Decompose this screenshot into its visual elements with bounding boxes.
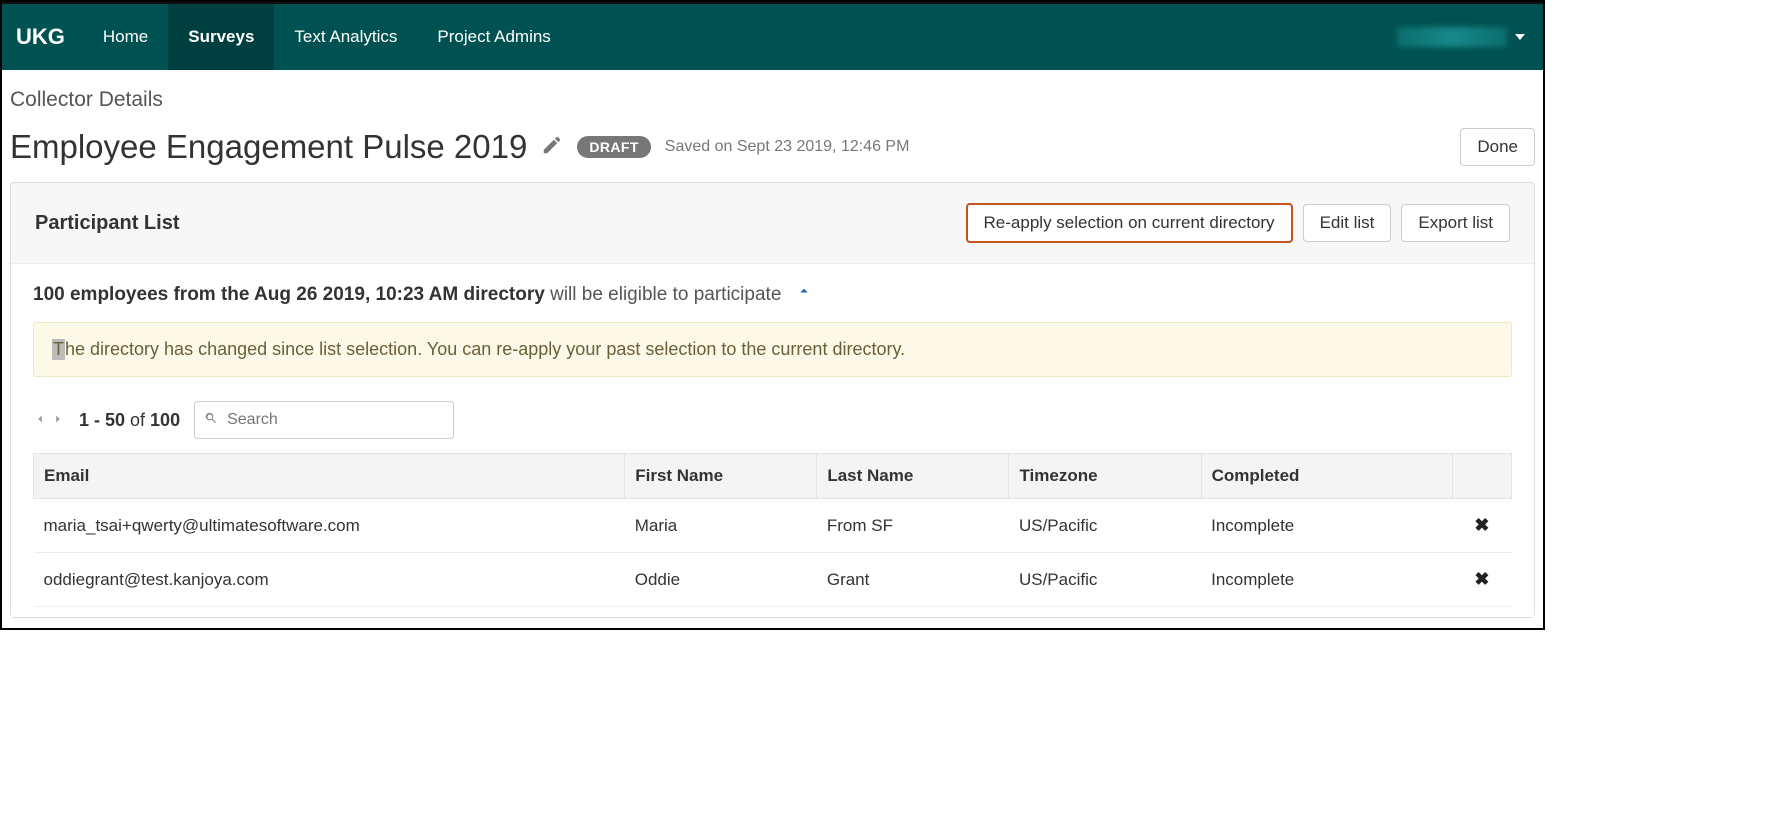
cell-first-name: Oddie (625, 553, 817, 607)
cell-timezone: US/Pacific (1009, 553, 1201, 607)
participant-table: Email First Name Last Name Timezone Comp… (33, 453, 1512, 607)
cell-email: oddiegrant@test.kanjoya.com (34, 553, 625, 607)
eligibility-text: 100 employees from the Aug 26 2019, 10:2… (33, 282, 1512, 306)
export-list-button[interactable]: Export list (1401, 204, 1510, 242)
chevron-right-icon (51, 412, 65, 426)
search-icon (204, 411, 218, 429)
caret-down-icon (1515, 34, 1525, 40)
pager-next[interactable] (51, 410, 65, 431)
nav-surveys[interactable]: Surveys (168, 4, 274, 70)
nav-list: Home Surveys Text Analytics Project Admi… (83, 4, 571, 70)
pager-total: 100 (150, 410, 180, 430)
directory-changed-notice: The directory has changed since list sel… (33, 322, 1512, 377)
chevron-up-icon (795, 282, 813, 300)
notice-first-letter: T (52, 339, 65, 360)
cell-email: maria_tsai+qwerty@ultimatesoftware.com (34, 499, 625, 553)
breadcrumb: Collector Details (10, 88, 1535, 120)
cell-timezone: US/Pacific (1009, 499, 1201, 553)
search-input[interactable] (194, 401, 454, 439)
pager-prev[interactable] (33, 410, 47, 431)
page-title: Employee Engagement Pulse 2019 (10, 128, 527, 166)
cell-completed: Incomplete (1201, 499, 1452, 553)
remove-row-button[interactable]: ✖ (1474, 515, 1489, 535)
user-name-redacted (1397, 27, 1507, 47)
done-button[interactable]: Done (1460, 128, 1535, 166)
col-timezone: Timezone (1009, 454, 1201, 499)
user-menu[interactable] (1379, 4, 1543, 70)
edit-title-icon[interactable] (541, 134, 563, 161)
reapply-button[interactable]: Re-apply selection on current directory (968, 205, 1291, 241)
chevron-left-icon (33, 412, 47, 426)
nav-project-admins[interactable]: Project Admins (417, 4, 570, 70)
edit-list-button[interactable]: Edit list (1303, 204, 1392, 242)
reapply-highlight: Re-apply selection on current directory (966, 203, 1293, 243)
saved-timestamp: Saved on Sept 23 2019, 12:46 PM (665, 138, 910, 156)
pencil-icon (541, 134, 563, 156)
brand-text: UKG (16, 24, 65, 50)
eligibility-regular: will be eligible to participate (550, 284, 781, 305)
col-completed: Completed (1201, 454, 1452, 499)
table-row: oddiegrant@test.kanjoya.com Oddie Grant … (34, 553, 1512, 607)
col-first-name: First Name (625, 454, 817, 499)
nav-home[interactable]: Home (83, 4, 168, 70)
brand-logo: UKG (2, 4, 83, 70)
pager-range: 1 - 50 (79, 410, 125, 430)
pager-info: 1 - 50 of 100 (79, 410, 180, 431)
cell-completed: Incomplete (1201, 553, 1452, 607)
eligibility-strong: 100 employees from the Aug 26 2019, 10:2… (33, 284, 545, 305)
participant-list-panel: Participant List Re-apply selection on c… (10, 182, 1535, 618)
col-last-name: Last Name (817, 454, 1009, 499)
cell-last-name: From SF (817, 499, 1009, 553)
status-badge: DRAFT (577, 136, 650, 158)
col-email: Email (34, 454, 625, 499)
nav-text-analytics[interactable]: Text Analytics (274, 4, 417, 70)
remove-row-button[interactable]: ✖ (1474, 569, 1489, 589)
panel-title: Participant List (35, 212, 956, 235)
collapse-toggle[interactable] (795, 282, 813, 306)
col-actions (1452, 454, 1511, 499)
cell-first-name: Maria (625, 499, 817, 553)
table-row: maria_tsai+qwerty@ultimatesoftware.com M… (34, 499, 1512, 553)
top-nav: UKG Home Surveys Text Analytics Project … (2, 2, 1543, 70)
cell-last-name: Grant (817, 553, 1009, 607)
notice-text: he directory has changed since list sele… (65, 339, 905, 359)
